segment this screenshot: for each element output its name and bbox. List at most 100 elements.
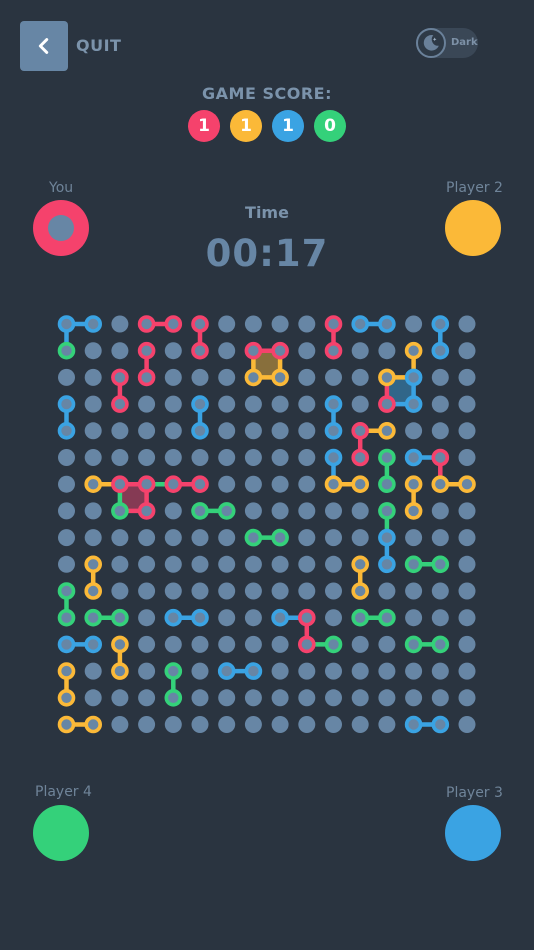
grid-dot[interactable] bbox=[138, 449, 156, 466]
grid-dot[interactable] bbox=[298, 716, 316, 733]
grid-dot[interactable] bbox=[298, 422, 316, 440]
grid-dot[interactable] bbox=[378, 716, 396, 733]
grid-dot[interactable] bbox=[191, 689, 209, 707]
grid-dot[interactable] bbox=[431, 529, 449, 547]
grid-dot[interactable] bbox=[458, 315, 476, 333]
grid-dot[interactable] bbox=[458, 716, 476, 733]
grid-dot[interactable] bbox=[244, 635, 262, 653]
grid-dot[interactable] bbox=[218, 689, 236, 707]
grid-dot[interactable] bbox=[244, 582, 262, 600]
grid-dot[interactable] bbox=[298, 582, 316, 600]
grid-dot[interactable] bbox=[351, 529, 369, 547]
grid-dot[interactable] bbox=[111, 529, 129, 547]
grid-dot[interactable] bbox=[138, 635, 156, 653]
grid-dot[interactable] bbox=[164, 716, 182, 733]
grid-dot[interactable] bbox=[325, 662, 342, 680]
grid-dot[interactable] bbox=[138, 689, 156, 707]
grid-dot[interactable] bbox=[191, 529, 209, 547]
grid-dot[interactable] bbox=[325, 689, 342, 707]
grid-dot[interactable] bbox=[84, 502, 102, 520]
grid-dot[interactable] bbox=[271, 449, 289, 466]
grid-dot[interactable] bbox=[298, 529, 316, 547]
grid-dot[interactable] bbox=[458, 342, 476, 360]
grid-dot[interactable] bbox=[431, 422, 449, 440]
grid-dot[interactable] bbox=[458, 422, 476, 440]
grid-dot[interactable] bbox=[325, 582, 342, 600]
grid-dot[interactable] bbox=[271, 395, 289, 413]
grid-dot[interactable] bbox=[244, 689, 262, 707]
grid-dot[interactable] bbox=[378, 582, 396, 600]
grid-dot[interactable] bbox=[191, 555, 209, 573]
grid-dot[interactable] bbox=[405, 422, 423, 440]
grid-dot[interactable] bbox=[351, 395, 369, 413]
grid-dot[interactable] bbox=[298, 395, 316, 413]
grid-dot[interactable] bbox=[405, 582, 423, 600]
grid-dot[interactable] bbox=[164, 555, 182, 573]
grid-dot[interactable] bbox=[458, 609, 476, 627]
grid-dot[interactable] bbox=[111, 315, 129, 333]
grid-dot[interactable] bbox=[405, 689, 423, 707]
grid-dot[interactable] bbox=[111, 422, 129, 440]
grid-dot[interactable] bbox=[271, 635, 289, 653]
grid-dot[interactable] bbox=[271, 555, 289, 573]
grid-dot[interactable] bbox=[218, 475, 236, 493]
grid-dot[interactable] bbox=[244, 422, 262, 440]
grid-dot[interactable] bbox=[84, 368, 102, 386]
game-board[interactable] bbox=[0, 0, 534, 950]
grid-dot[interactable] bbox=[84, 529, 102, 547]
grid-dot[interactable] bbox=[298, 689, 316, 707]
grid-dot[interactable] bbox=[351, 342, 369, 360]
grid-dot[interactable] bbox=[164, 395, 182, 413]
grid-dot[interactable] bbox=[138, 716, 156, 733]
grid-dot[interactable] bbox=[84, 449, 102, 466]
grid-dot[interactable] bbox=[458, 529, 476, 547]
grid-dot[interactable] bbox=[298, 315, 316, 333]
grid-dot[interactable] bbox=[191, 635, 209, 653]
grid-dot[interactable] bbox=[164, 422, 182, 440]
grid-dot[interactable] bbox=[378, 635, 396, 653]
grid-dot[interactable] bbox=[58, 368, 75, 386]
grid-dot[interactable] bbox=[58, 502, 75, 520]
grid-dot[interactable] bbox=[244, 555, 262, 573]
grid-dot[interactable] bbox=[138, 582, 156, 600]
grid-dot[interactable] bbox=[298, 502, 316, 520]
grid-dot[interactable] bbox=[431, 368, 449, 386]
grid-dot[interactable] bbox=[218, 422, 236, 440]
grid-dot[interactable] bbox=[84, 395, 102, 413]
grid-dot[interactable] bbox=[164, 529, 182, 547]
grid-dot[interactable] bbox=[164, 502, 182, 520]
grid-dot[interactable] bbox=[191, 716, 209, 733]
grid-dot[interactable] bbox=[298, 368, 316, 386]
grid-dot[interactable] bbox=[218, 716, 236, 733]
grid-dot[interactable] bbox=[431, 662, 449, 680]
grid-dot[interactable] bbox=[244, 502, 262, 520]
grid-dot[interactable] bbox=[164, 449, 182, 466]
grid-dot[interactable] bbox=[244, 716, 262, 733]
grid-dot[interactable] bbox=[58, 555, 75, 573]
grid-dot[interactable] bbox=[271, 475, 289, 493]
grid-dot[interactable] bbox=[84, 342, 102, 360]
grid-dot[interactable] bbox=[271, 502, 289, 520]
grid-dot[interactable] bbox=[218, 582, 236, 600]
grid-dot[interactable] bbox=[458, 449, 476, 466]
grid-dot[interactable] bbox=[325, 368, 342, 386]
grid-dot[interactable] bbox=[431, 609, 449, 627]
grid-dot[interactable] bbox=[244, 609, 262, 627]
grid-dot[interactable] bbox=[378, 662, 396, 680]
grid-dot[interactable] bbox=[325, 502, 342, 520]
grid-dot[interactable] bbox=[405, 315, 423, 333]
grid-dot[interactable] bbox=[378, 342, 396, 360]
grid-dot[interactable] bbox=[58, 529, 75, 547]
grid-dot[interactable] bbox=[218, 395, 236, 413]
grid-dot[interactable] bbox=[351, 502, 369, 520]
grid-dot[interactable] bbox=[218, 449, 236, 466]
grid-dot[interactable] bbox=[298, 662, 316, 680]
grid-dot[interactable] bbox=[111, 449, 129, 466]
grid-dot[interactable] bbox=[111, 555, 129, 573]
grid-dot[interactable] bbox=[351, 662, 369, 680]
grid-dot[interactable] bbox=[458, 502, 476, 520]
grid-dot[interactable] bbox=[431, 582, 449, 600]
grid-dot[interactable] bbox=[431, 689, 449, 707]
grid-dot[interactable] bbox=[325, 609, 342, 627]
grid-dot[interactable] bbox=[218, 635, 236, 653]
